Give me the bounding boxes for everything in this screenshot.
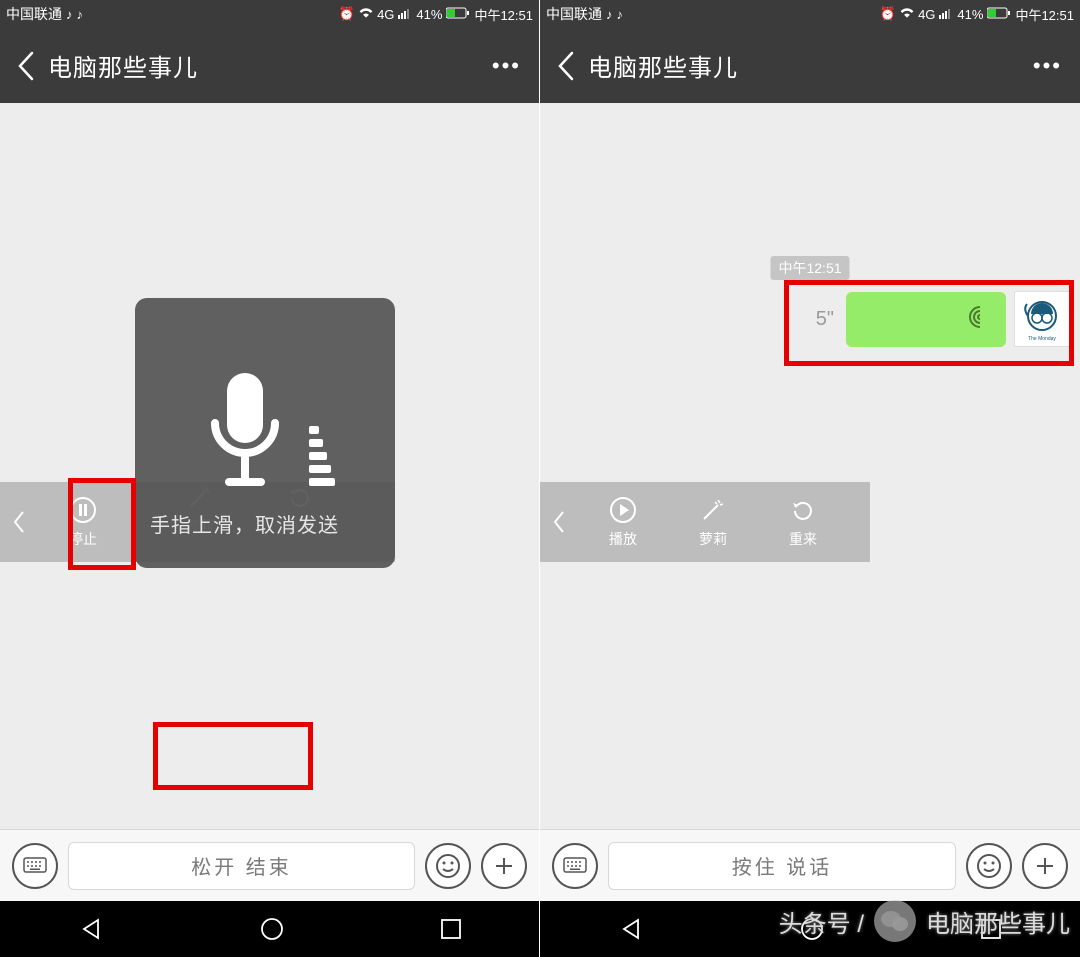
chat-header: 电脑那些事儿 •••: [0, 28, 539, 103]
status-bar: 中国联通 ♪ ♪ ⏰ 4G 41% 中午12:51: [0, 0, 539, 28]
sound-wave-icon: [968, 305, 992, 334]
signal-label: 4G: [377, 7, 394, 22]
signal-bars-icon: [939, 7, 953, 22]
wand-icon: [700, 495, 726, 525]
tiktok-icon: ♪: [617, 7, 624, 22]
chat-input-bar: 松开 结束: [0, 829, 539, 901]
plus-icon: [492, 854, 516, 878]
keyboard-icon: [563, 857, 587, 875]
chat-title: 电脑那些事儿: [48, 48, 198, 83]
voice-record-button[interactable]: 按住 说话: [608, 842, 956, 890]
keyboard-icon: [23, 857, 47, 875]
add-button[interactable]: [1022, 843, 1068, 889]
alarm-icon: ⏰: [880, 6, 896, 22]
keyboard-toggle-button[interactable]: [552, 843, 598, 889]
signal-bars-icon: [398, 7, 412, 22]
battery-label: 41%: [957, 7, 983, 22]
battery-label: 41%: [416, 7, 442, 22]
play-icon: [609, 495, 637, 525]
avatar[interactable]: The Monday: [1014, 291, 1070, 347]
back-button[interactable]: [550, 50, 582, 82]
collapse-arrow-icon[interactable]: [0, 510, 38, 534]
battery-icon: [446, 7, 470, 22]
emoji-button[interactable]: [425, 843, 471, 889]
add-button[interactable]: [481, 843, 527, 889]
back-button[interactable]: [10, 50, 42, 82]
android-nav-bar: [0, 901, 539, 957]
voice-bubble[interactable]: [846, 292, 1006, 347]
nav-back-button[interactable]: [618, 916, 644, 942]
voice-record-label: 按住 说话: [732, 851, 833, 880]
carrier-label: 中国联通: [546, 4, 602, 24]
volume-bars-icon: [309, 426, 335, 498]
clock-label: 中午12:51: [474, 5, 533, 24]
nav-back-button[interactable]: [78, 916, 104, 942]
chat-body: 中午12:51 5" The Monday: [540, 103, 1080, 829]
redo-label: 重来: [789, 529, 817, 549]
carrier-label: 中国联通: [6, 4, 62, 24]
signal-label: 4G: [918, 7, 935, 22]
wifi-icon: [900, 7, 914, 22]
voice-message[interactable]: 5" The Monday: [816, 291, 1070, 347]
watermark-prefix: 头条号 /: [779, 904, 864, 939]
battery-icon: [987, 7, 1011, 22]
plus-icon: [1033, 854, 1057, 878]
redo-button[interactable]: 重来: [758, 495, 848, 549]
music-icon: ♪: [606, 7, 613, 22]
status-bar: 中国联通 ♪ ♪ ⏰ 4G 41% 中午12:51: [540, 0, 1080, 28]
more-button[interactable]: •••: [1033, 53, 1062, 79]
music-icon: ♪: [66, 7, 73, 22]
tiktok-icon: ♪: [77, 7, 84, 22]
microphone-icon: [195, 368, 295, 498]
pause-icon: [69, 495, 97, 525]
clock-label: 中午12:51: [1015, 5, 1074, 24]
recording-overlay: [135, 298, 395, 568]
voice-record-button[interactable]: 松开 结束: [68, 842, 415, 890]
nav-recent-button[interactable]: [440, 918, 462, 940]
svg-text:The Monday: The Monday: [1028, 336, 1056, 342]
chat-input-bar: 按住 说话: [540, 829, 1080, 901]
chat-title: 电脑那些事儿: [588, 48, 738, 83]
chat-header: 电脑那些事儿 •••: [540, 28, 1080, 103]
voice-action-strip: 播放 萝莉 重来: [540, 482, 870, 562]
keyboard-toggle-button[interactable]: [12, 843, 58, 889]
more-button[interactable]: •••: [492, 53, 521, 79]
watermark: 头条号 / 电脑那些事儿: [779, 900, 1070, 942]
emoji-button[interactable]: [966, 843, 1012, 889]
nav-home-button[interactable]: [259, 916, 285, 942]
voice-effect-button[interactable]: 萝莉: [668, 495, 758, 549]
play-label: 播放: [609, 529, 637, 549]
smile-icon: [976, 853, 1002, 879]
message-timestamp: 中午12:51: [770, 256, 849, 280]
voice-effect-label: 萝莉: [699, 529, 727, 549]
watermark-name: 电脑那些事儿: [926, 904, 1070, 939]
stop-button[interactable]: 停止: [38, 482, 128, 562]
undo-icon: [789, 495, 817, 525]
smile-icon: [435, 853, 461, 879]
wifi-icon: [359, 7, 373, 22]
wechat-logo-icon: [874, 900, 916, 942]
stop-label: 停止: [69, 529, 97, 549]
play-button[interactable]: 播放: [578, 495, 668, 549]
collapse-arrow-icon[interactable]: [540, 510, 578, 534]
chat-body: 停止 萝莉 重来: [0, 103, 539, 829]
voice-duration: 5": [816, 308, 834, 331]
voice-record-label: 松开 结束: [191, 851, 292, 880]
alarm-icon: ⏰: [339, 6, 355, 22]
